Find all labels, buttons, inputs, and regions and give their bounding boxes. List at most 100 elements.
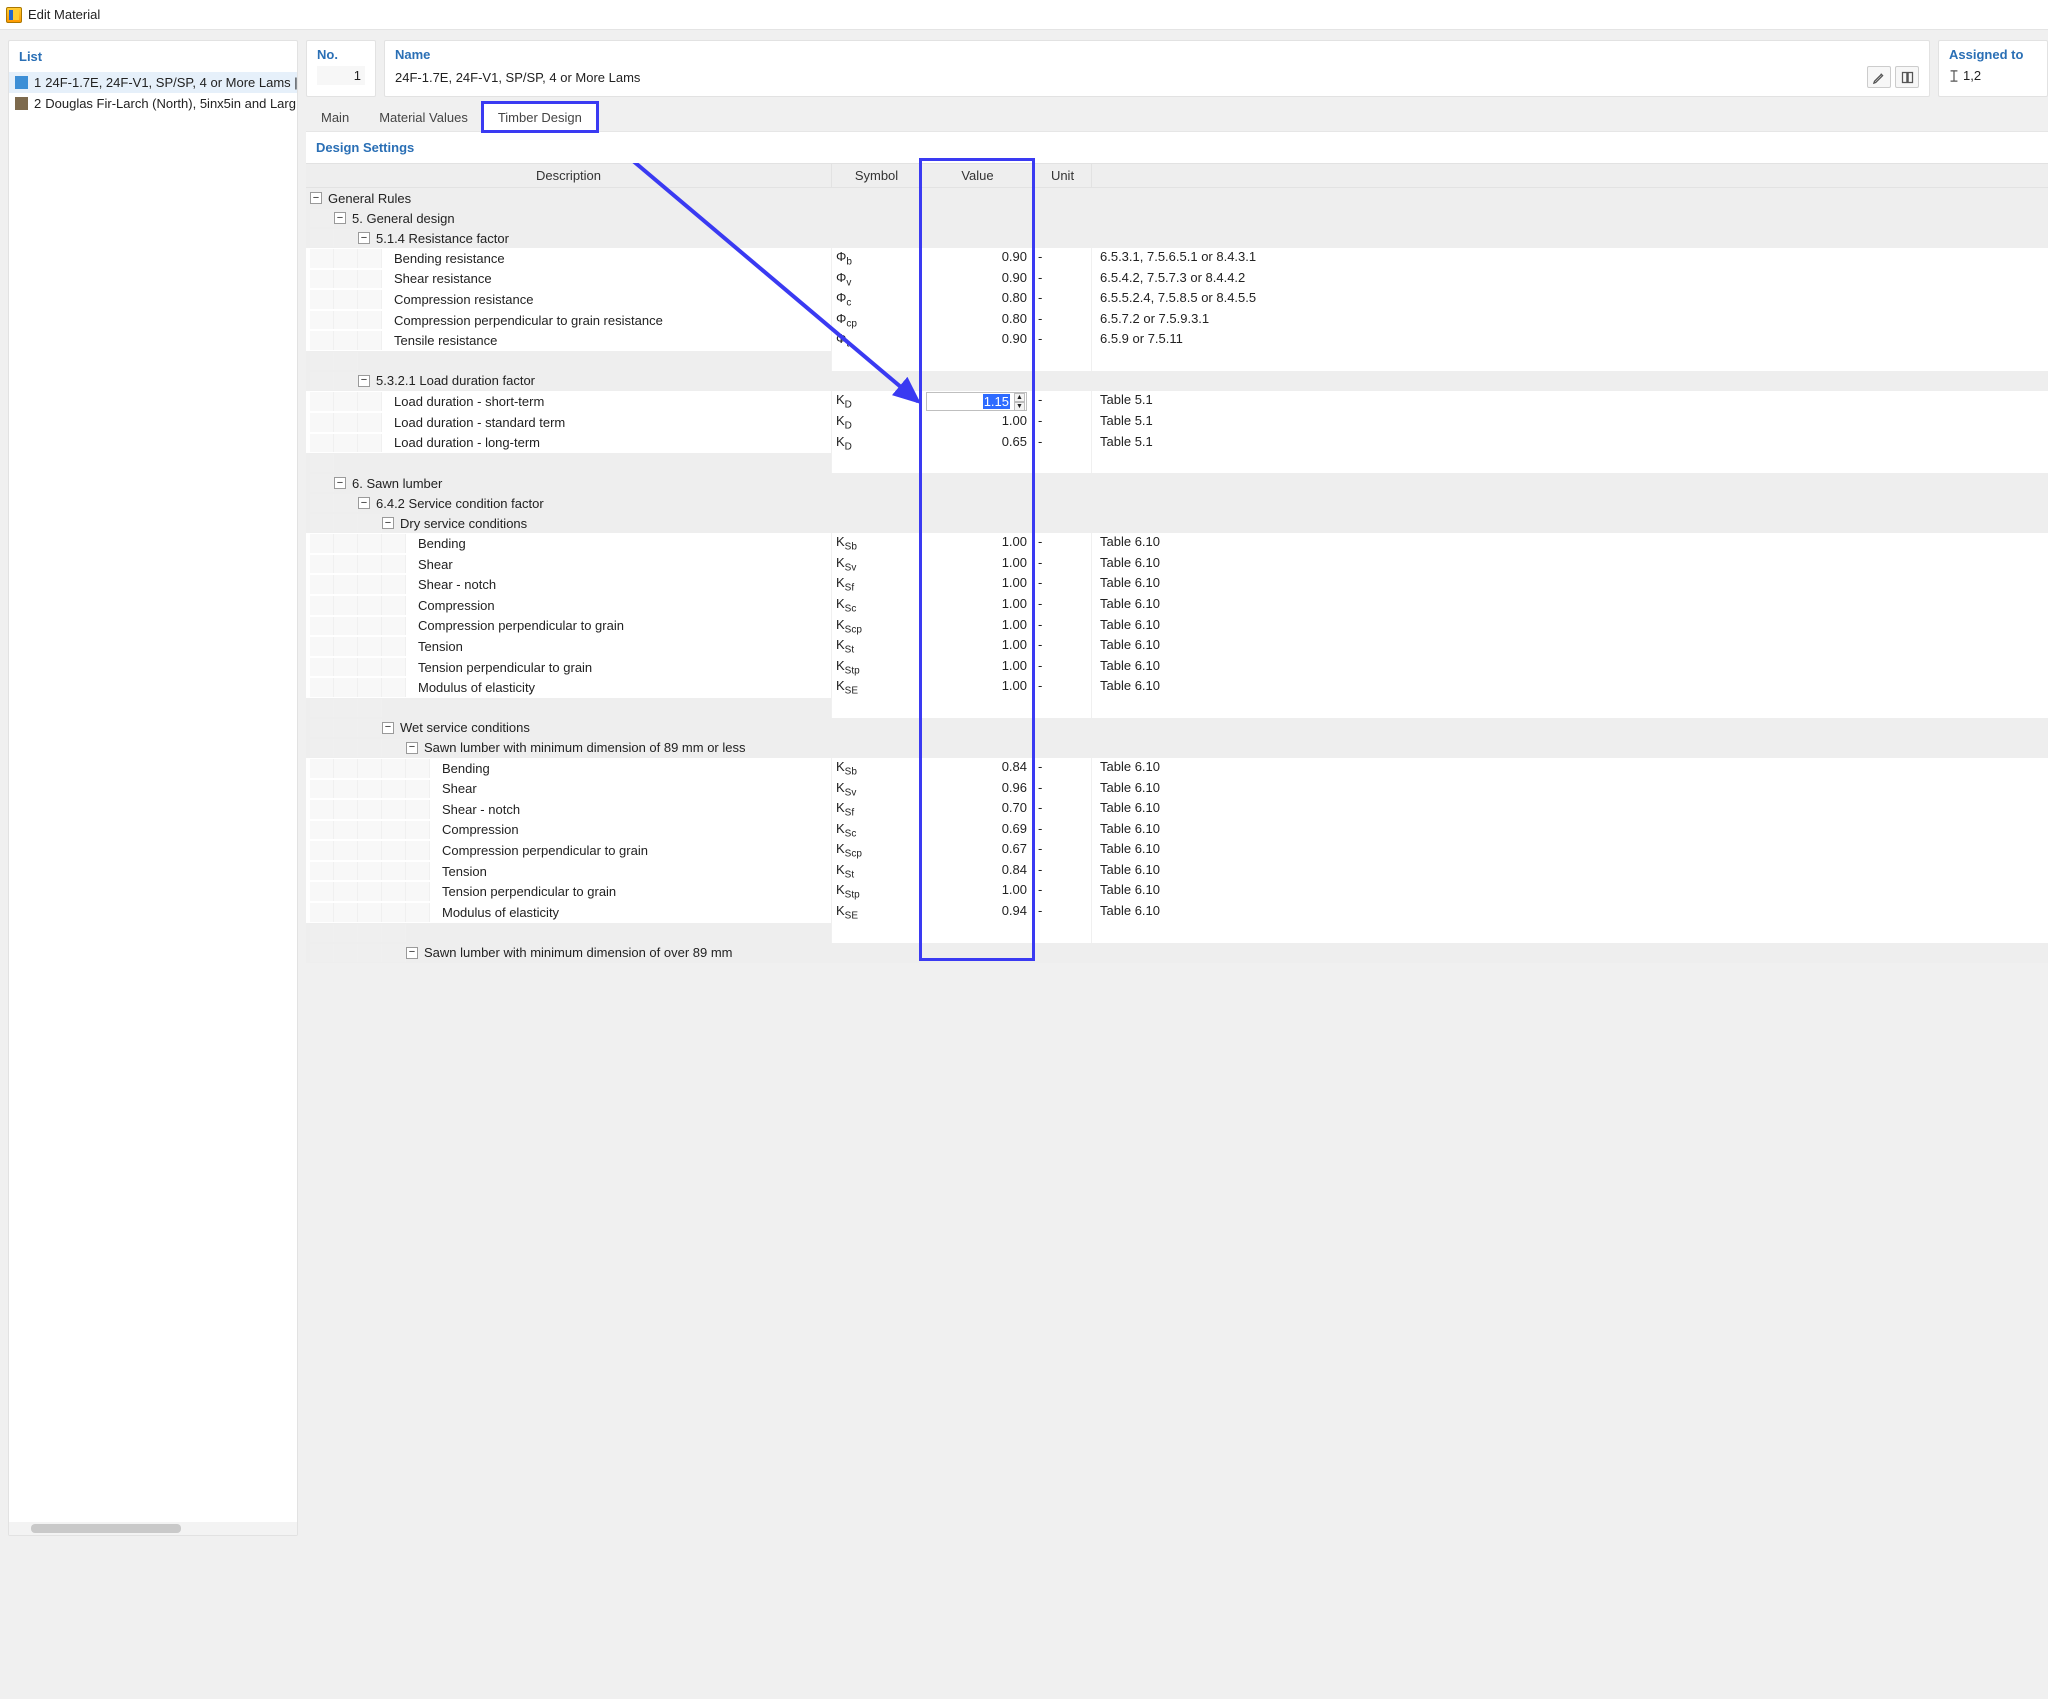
tab-timber-design[interactable]: Timber Design: [483, 103, 597, 131]
value-text: 1.00: [1002, 575, 1027, 590]
tree-heading[interactable]: −5. General design: [306, 208, 2048, 228]
col-description[interactable]: Description: [306, 164, 831, 187]
list-item[interactable]: 2 Douglas Fir-Larch (North), 5inx5in and…: [9, 93, 297, 114]
tree-heading[interactable]: −Wet service conditions: [306, 718, 2048, 738]
table-row[interactable]: Compression perpendicular to grain resis…: [306, 310, 2048, 331]
table-row[interactable]: Tension KSt 1.00 - Table 6.10: [306, 636, 2048, 657]
table-row[interactable]: Compression perpendicular to grain KScp …: [306, 616, 2048, 637]
row-symbol: KSt: [831, 636, 921, 657]
collapse-toggle[interactable]: −: [382, 722, 394, 734]
row-description: Tension: [442, 864, 487, 879]
table-row[interactable]: Bending KSb 1.00 - Table 6.10: [306, 533, 2048, 554]
row-symbol: Φc: [831, 289, 921, 310]
table-row[interactable]: Compression resistance Φc 0.80 - 6.5.5.2…: [306, 289, 2048, 310]
col-symbol[interactable]: Symbol: [831, 164, 921, 187]
assigned-value[interactable]: 1,2: [1963, 66, 1981, 85]
no-value[interactable]: 1: [317, 66, 365, 85]
value-text: 0.94: [1002, 903, 1027, 918]
row-unit: -: [1033, 574, 1091, 595]
col-value[interactable]: Value: [921, 164, 1033, 187]
row-symbol: KSb: [831, 533, 921, 554]
row-unit: -: [1033, 861, 1091, 882]
value-text: 0.90: [1002, 249, 1027, 264]
name-value[interactable]: 24F-1.7E, 24F-V1, SP/SP, 4 or More Lams: [395, 68, 1863, 87]
row-description: Shear - notch: [418, 577, 496, 592]
spinner-up[interactable]: ▲: [1014, 393, 1025, 402]
row-description: Tensile resistance: [394, 333, 497, 348]
value-text: 0.67: [1002, 841, 1027, 856]
value-spinner[interactable]: ▲▼: [1014, 393, 1025, 410]
table-row: [306, 698, 2048, 718]
design-settings-grid: Description Symbol Value Unit −General R…: [306, 163, 2048, 963]
spinner-down[interactable]: ▼: [1014, 402, 1025, 411]
row-description: Load duration - short-term: [394, 394, 544, 409]
tree-heading[interactable]: −Sawn lumber with minimum dimension of o…: [306, 943, 2048, 963]
tree-heading[interactable]: −5.3.2.1 Load duration factor: [306, 371, 2048, 391]
table-row[interactable]: Shear - notch KSf 0.70 - Table 6.10: [306, 799, 2048, 820]
row-symbol: KSE: [831, 902, 921, 923]
row-unit: -: [1033, 248, 1091, 269]
row-reference: 6.5.9 or 7.5.11: [1091, 330, 2048, 351]
tab-main[interactable]: Main: [306, 103, 364, 131]
value-text: 0.84: [1002, 862, 1027, 877]
row-symbol: KSb: [831, 758, 921, 779]
table-row[interactable]: Bending resistance Φb 0.90 - 6.5.3.1, 7.…: [306, 248, 2048, 269]
tab-material-values[interactable]: Material Values: [364, 103, 483, 131]
table-row[interactable]: Shear - notch KSf 1.00 - Table 6.10: [306, 574, 2048, 595]
table-row[interactable]: Modulus of elasticity KSE 0.94 - Table 6…: [306, 902, 2048, 923]
collapse-toggle[interactable]: −: [382, 517, 394, 529]
row-description: Compression resistance: [394, 292, 533, 307]
table-row[interactable]: Modulus of elasticity KSE 1.00 - Table 6…: [306, 677, 2048, 698]
window-title: Edit Material: [28, 7, 100, 22]
value-text: 1.00: [1002, 534, 1027, 549]
table-row[interactable]: Shear KSv 1.00 - Table 6.10: [306, 554, 2048, 575]
collapse-toggle[interactable]: −: [358, 497, 370, 509]
col-unit[interactable]: Unit: [1033, 164, 1091, 187]
table-row[interactable]: Shear KSv 0.96 - Table 6.10: [306, 779, 2048, 800]
row-description: Modulus of elasticity: [418, 680, 535, 695]
table-row[interactable]: Compression KSc 1.00 - Table 6.10: [306, 595, 2048, 616]
edit-name-button[interactable]: [1867, 66, 1891, 88]
value-text: 0.90: [1002, 331, 1027, 346]
horizontal-scrollbar[interactable]: [9, 1522, 297, 1535]
library-button[interactable]: [1895, 66, 1919, 88]
collapse-toggle[interactable]: −: [406, 742, 418, 754]
material-list[interactable]: 1 24F-1.7E, 24F-V1, SP/SP, 4 or More Lam…: [9, 72, 297, 1522]
table-row[interactable]: Tension KSt 0.84 - Table 6.10: [306, 861, 2048, 882]
assigned-label: Assigned to: [1949, 47, 2037, 62]
tree-heading[interactable]: −Sawn lumber with minimum dimension of 8…: [306, 738, 2048, 758]
collapse-toggle[interactable]: −: [334, 477, 346, 489]
value-text: 0.96: [1002, 780, 1027, 795]
row-symbol: KD: [831, 412, 921, 433]
collapse-toggle[interactable]: −: [358, 232, 370, 244]
table-row[interactable]: Load duration - standard term KD 1.00 - …: [306, 412, 2048, 433]
row-symbol: Φb: [831, 248, 921, 269]
collapse-toggle[interactable]: −: [406, 947, 418, 959]
table-row[interactable]: Compression KSc 0.69 - Table 6.10: [306, 820, 2048, 841]
table-row[interactable]: Load duration - long-term KD 0.65 - Tabl…: [306, 433, 2048, 454]
table-row[interactable]: Bending KSb 0.84 - Table 6.10: [306, 758, 2048, 779]
row-reference: Table 6.10: [1091, 820, 2048, 841]
list-item[interactable]: 1 24F-1.7E, 24F-V1, SP/SP, 4 or More Lam…: [9, 72, 297, 93]
table-row[interactable]: Compression perpendicular to grain KScp …: [306, 840, 2048, 861]
value-input[interactable]: 1.15 ▲▼: [926, 392, 1027, 411]
scrollbar-thumb[interactable]: [31, 1524, 181, 1533]
tree-heading[interactable]: −6. Sawn lumber: [306, 473, 2048, 493]
table-row[interactable]: Shear resistance Φv 0.90 - 6.5.4.2, 7.5.…: [306, 269, 2048, 290]
collapse-toggle[interactable]: −: [334, 212, 346, 224]
tree-heading[interactable]: −5.1.4 Resistance factor: [306, 228, 2048, 248]
table-row[interactable]: Tensile resistance Φt 0.90 - 6.5.9 or 7.…: [306, 330, 2048, 351]
table-row[interactable]: Tension perpendicular to grain KStp 1.00…: [306, 657, 2048, 678]
assigned-to-field: Assigned to 1,2: [1938, 40, 2048, 97]
value-text: 1.00: [1002, 882, 1027, 897]
row-unit: -: [1033, 391, 1091, 412]
table-row[interactable]: Load duration - short-term KD 1.15 ▲▼ - …: [306, 391, 2048, 412]
tree-heading[interactable]: −6.4.2 Service condition factor: [306, 493, 2048, 513]
collapse-toggle[interactable]: −: [310, 192, 322, 204]
table-row[interactable]: Tension perpendicular to grain KStp 1.00…: [306, 881, 2048, 902]
value-text: 1.00: [1002, 637, 1027, 652]
row-description: Bending: [418, 536, 466, 551]
tree-heading[interactable]: −General Rules: [306, 188, 2048, 208]
collapse-toggle[interactable]: −: [358, 375, 370, 387]
tree-heading[interactable]: −Dry service conditions: [306, 513, 2048, 533]
